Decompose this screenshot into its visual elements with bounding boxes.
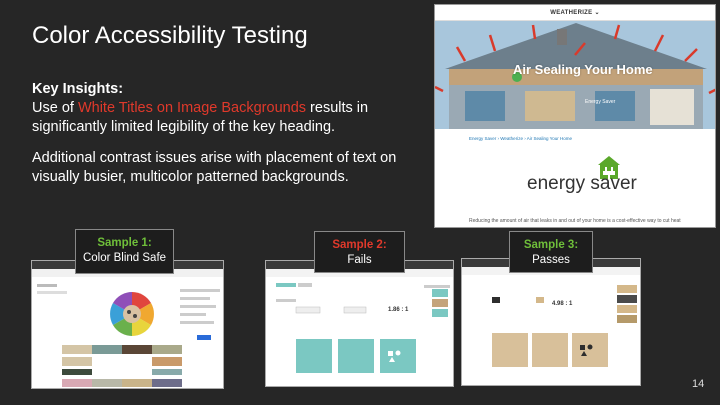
insights-block: Key Insights: Use of White Titles on Ima… [32, 80, 417, 187]
hero-title: Air Sealing Your Home [513, 62, 653, 77]
page-number: 14 [692, 378, 705, 390]
insights-heading: Key Insights: [32, 81, 124, 97]
energy-saver-logo: energy saver [527, 155, 677, 203]
sample-2-verdict: Fails [347, 254, 372, 266]
sample-1-title: Sample 1: [97, 237, 152, 249]
sample-3-label: Sample 3: Passes [509, 231, 593, 273]
site-nav: WEATHERIZE ⌄ [435, 5, 715, 21]
insight-2: Additional contrast issues arise with pl… [32, 150, 397, 185]
sample-1-label: Sample 1: Color Blind Safe [75, 229, 174, 274]
sample-2-screenshot: 1.86 : 1 [265, 260, 454, 387]
hero-image: Air Sealing Your Home Energy Saver [435, 21, 715, 129]
sample-3-contrast-ratio: 4.98 : 1 [552, 301, 573, 307]
sample-2-contrast-ratio: 1.86 : 1 [388, 307, 409, 313]
sample-3-verdict: Passes [532, 254, 570, 266]
sample-3-title: Sample 3: [523, 239, 579, 251]
breadcrumb[interactable]: Energy Saver › Weatherize › Air Sealing … [469, 136, 572, 141]
body-text: Reducing the amount of air that leaks in… [469, 218, 681, 224]
chevron-down-icon: ⌄ [594, 10, 600, 16]
sample-2-label: Sample 2: Fails [314, 231, 405, 273]
sample-3-screenshot: 4.98 : 1 [461, 258, 641, 386]
energy-saver-screenshot: WEATHERIZE ⌄ Air Sealing Your Home Energ… [434, 4, 716, 228]
insight-1: Use of White Titles on Image Backgrounds… [32, 100, 369, 135]
hero-subtitle: Energy Saver [585, 99, 616, 105]
sample-1-verdict: Color Blind Safe [82, 252, 167, 264]
slide-title: Color Accessibility Testing [32, 22, 308, 49]
sample-2-title: Sample 2: [332, 239, 387, 251]
sample-1-screenshot [31, 260, 224, 389]
insight-highlight: White Titles on Image Backgrounds [77, 100, 307, 116]
